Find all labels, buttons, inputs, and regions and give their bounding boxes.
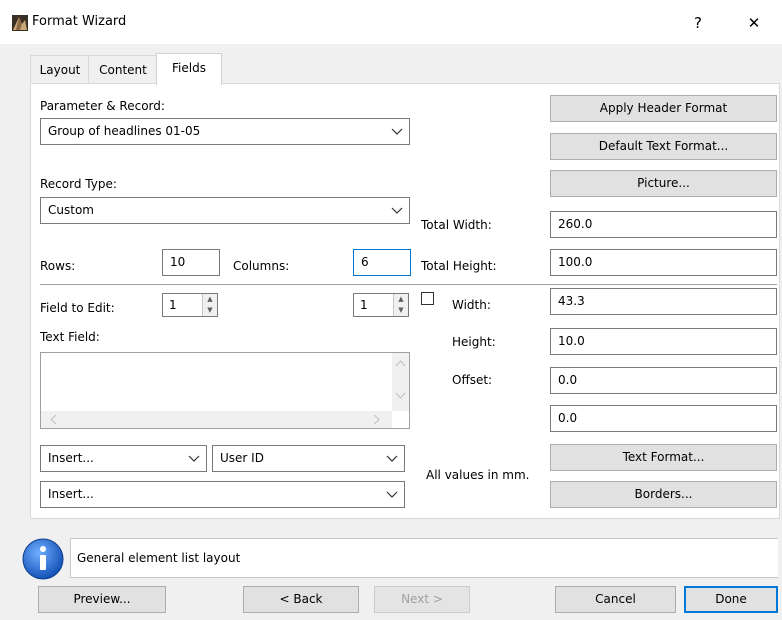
chevron-down-icon: [391, 128, 403, 135]
chevron-down-icon: [386, 491, 398, 498]
insert-select-1[interactable]: Insert...: [40, 445, 207, 472]
text-field-area[interactable]: [40, 352, 410, 429]
title-bar: Format Wizard ? ✕: [0, 0, 782, 44]
scroll-arrows-icon: [50, 414, 380, 425]
borders-button[interactable]: Borders...: [550, 481, 777, 508]
field-row-value: 1: [169, 298, 177, 312]
status-message: General element list layout: [77, 551, 241, 565]
total-width-label: Total Width:: [421, 218, 492, 232]
status-message-box: General element list layout: [70, 538, 778, 578]
rows-input[interactable]: 10: [162, 249, 220, 276]
record-type-select[interactable]: Custom: [40, 197, 410, 224]
tab-fields[interactable]: Fields: [156, 53, 222, 85]
text-field-label: Text Field:: [40, 330, 100, 344]
vertical-scrollbar[interactable]: [392, 353, 409, 411]
apply-header-format-button[interactable]: Apply Header Format: [550, 95, 777, 122]
chevron-down-icon: [386, 455, 398, 462]
info-icon: [22, 538, 64, 580]
done-button[interactable]: Done: [684, 586, 778, 613]
stepper-up-icon[interactable]: ▲: [203, 294, 217, 305]
close-button[interactable]: ✕: [736, 8, 772, 38]
user-id-value: User ID: [220, 451, 264, 465]
record-type-label: Record Type:: [40, 177, 117, 191]
insert-2-value: Insert...: [48, 487, 94, 501]
preview-button[interactable]: Preview...: [38, 586, 166, 613]
stepper-arrows[interactable]: ▲ ▼: [393, 294, 408, 316]
width-label: Width:: [452, 298, 491, 312]
total-height-input[interactable]: 100.0: [550, 249, 777, 276]
chevron-down-icon: [188, 455, 200, 462]
chevron-down-icon: [391, 207, 403, 214]
units-note: All values in mm.: [426, 468, 530, 482]
total-width-input[interactable]: 260.0: [550, 211, 777, 238]
param-record-value: Group of headlines 01-05: [48, 124, 201, 138]
stepper-up-icon[interactable]: ▲: [394, 294, 408, 305]
back-button[interactable]: < Back: [243, 586, 359, 613]
horizontal-scrollbar[interactable]: [41, 411, 392, 428]
tab-content[interactable]: Content: [88, 55, 158, 84]
field-col-value: 1: [360, 298, 368, 312]
insert-1-value: Insert...: [48, 451, 94, 465]
separator: [40, 284, 777, 285]
width-input[interactable]: 43.3: [550, 288, 777, 315]
height-label: Height:: [452, 335, 496, 349]
total-height-label: Total Height:: [421, 259, 497, 273]
param-record-label: Parameter & Record:: [40, 99, 165, 113]
stepper-down-icon[interactable]: ▼: [394, 305, 408, 316]
text-format-button[interactable]: Text Format...: [550, 444, 777, 471]
user-id-select[interactable]: User ID: [212, 445, 405, 472]
scroll-arrows-icon: [395, 360, 406, 399]
offset-x-input[interactable]: 0.0: [550, 367, 777, 394]
tab-layout[interactable]: Layout: [30, 55, 90, 84]
field-col-stepper[interactable]: 1 ▲ ▼: [353, 293, 409, 317]
param-record-select[interactable]: Group of headlines 01-05: [40, 118, 410, 145]
stepper-arrows[interactable]: ▲ ▼: [202, 294, 217, 316]
width-checkbox[interactable]: [421, 292, 434, 305]
field-row-stepper[interactable]: 1 ▲ ▼: [162, 293, 218, 317]
columns-label: Columns:: [233, 259, 290, 273]
field-to-edit-label: Field to Edit:: [40, 301, 115, 315]
app-icon: [12, 15, 28, 31]
window-title: Format Wizard: [32, 14, 127, 29]
picture-button[interactable]: Picture...: [550, 170, 777, 197]
columns-input[interactable]: 6: [353, 249, 411, 276]
help-button[interactable]: ?: [680, 8, 716, 38]
default-text-format-button[interactable]: Default Text Format...: [550, 133, 777, 160]
rows-label: Rows:: [40, 259, 76, 273]
stepper-down-icon[interactable]: ▼: [203, 305, 217, 316]
height-input[interactable]: 10.0: [550, 328, 777, 355]
offset-y-input[interactable]: 0.0: [550, 405, 777, 432]
offset-label: Offset:: [452, 373, 493, 387]
cancel-button[interactable]: Cancel: [555, 586, 676, 613]
next-button[interactable]: Next >: [374, 586, 470, 613]
record-type-value: Custom: [48, 203, 94, 217]
insert-select-2[interactable]: Insert...: [40, 481, 405, 508]
